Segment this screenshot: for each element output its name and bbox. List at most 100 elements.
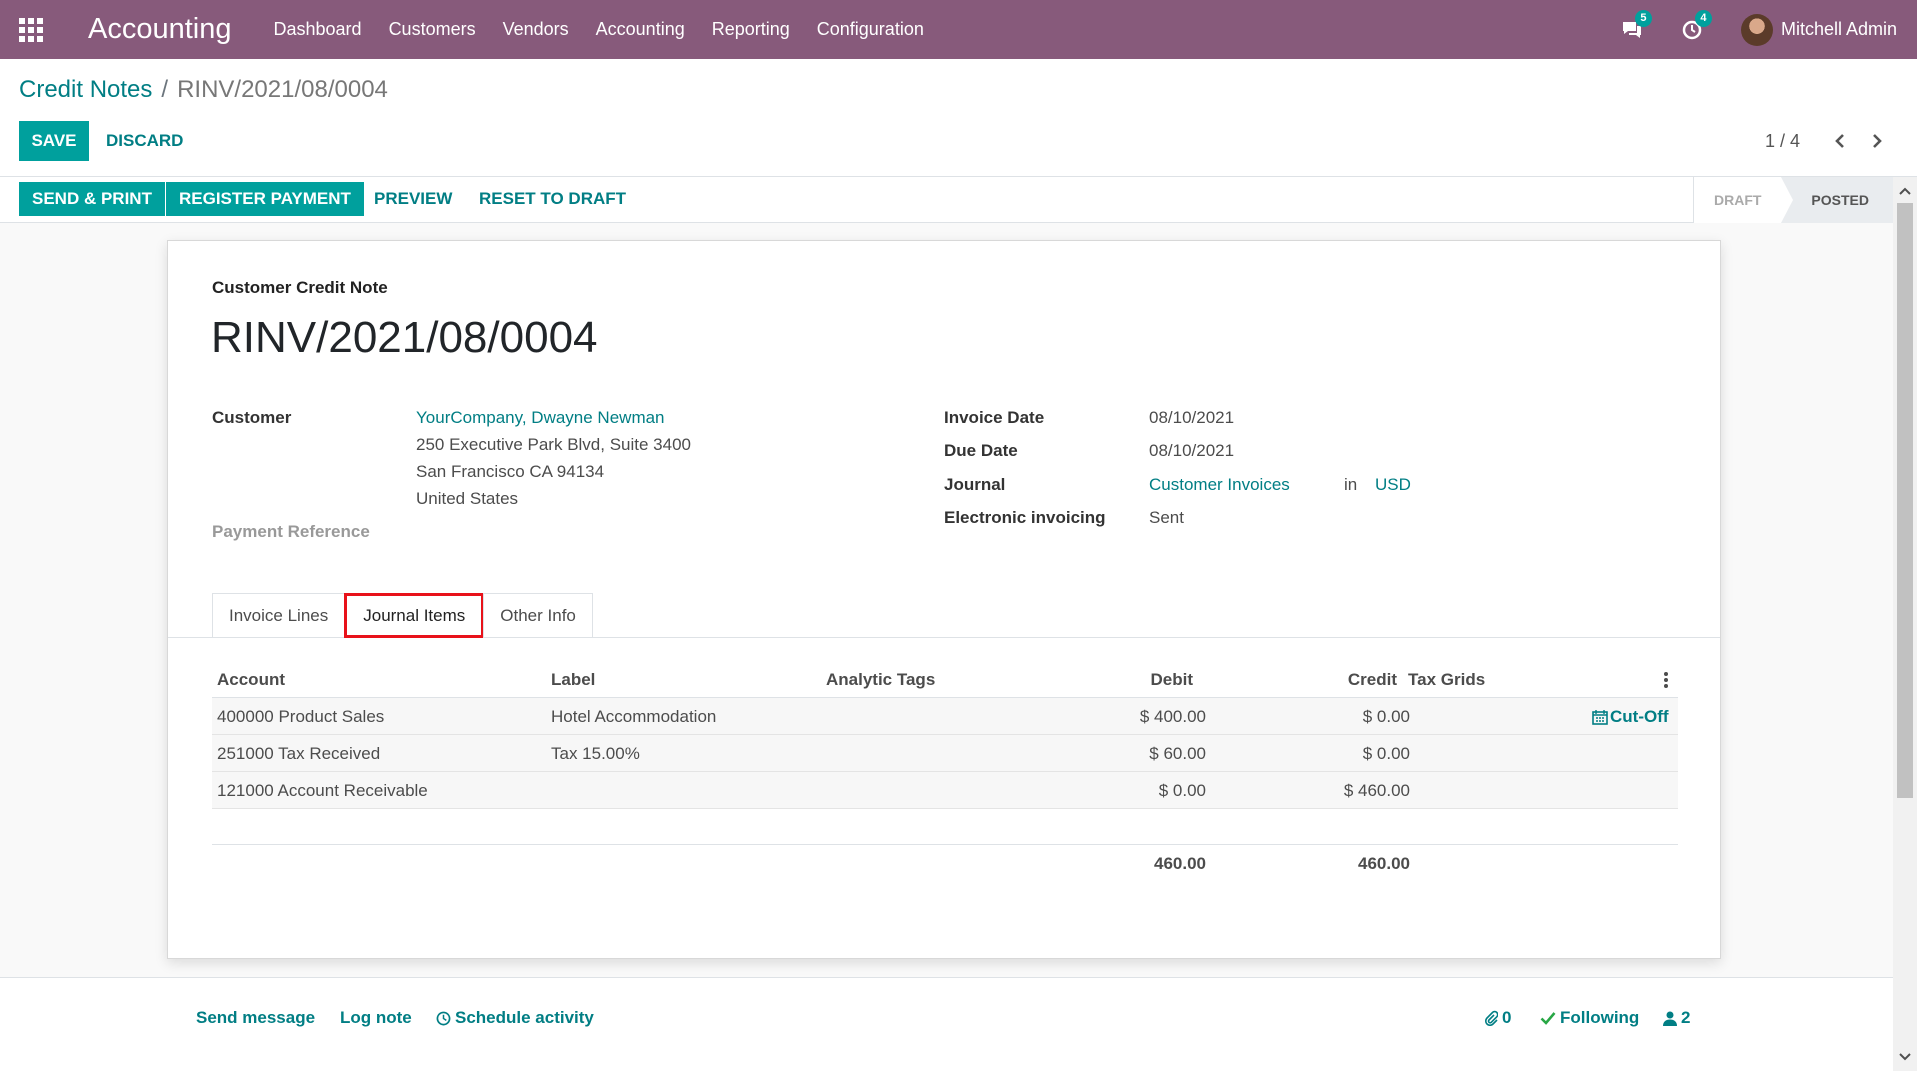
- state-posted: POSTED: [1781, 177, 1893, 223]
- document-name: RINV/2021/08/0004: [211, 313, 598, 362]
- preview-button[interactable]: PREVIEW: [374, 182, 452, 216]
- header-credit[interactable]: Credit: [1242, 661, 1397, 698]
- row-account: 251000 Tax Received: [217, 743, 381, 763]
- optional-columns-icon[interactable]: [1664, 661, 1668, 698]
- messages-badge: 5: [1634, 9, 1652, 27]
- currency-link[interactable]: USD: [1375, 475, 1411, 495]
- state-draft: DRAFT: [1693, 177, 1782, 223]
- invoice-date-label: Invoice Date: [944, 408, 1045, 427]
- journal-in-text: in: [1344, 475, 1358, 494]
- cut-off-label: Cut-Off: [1610, 706, 1669, 726]
- tab-other-info[interactable]: Other Info: [483, 593, 593, 638]
- page-scrollbar[interactable]: [1893, 177, 1917, 1071]
- breadcrumb-current: RINV/2021/08/0004: [177, 76, 388, 103]
- row-debit: $ 0.00: [1158, 780, 1206, 800]
- einvoicing-value: Sent: [1149, 508, 1184, 527]
- status-bar: SEND & PRINT REGISTER PAYMENT PREVIEW RE…: [0, 177, 1917, 223]
- schedule-activity-label: Schedule activity: [455, 1008, 594, 1027]
- following-button[interactable]: Following: [1540, 1008, 1639, 1028]
- table-row[interactable]: 121000 Account Receivable $ 0.00 $ 460.0…: [212, 772, 1678, 809]
- total-credit: 460.00: [1358, 853, 1410, 873]
- discard-button[interactable]: DISCARD: [106, 121, 183, 161]
- table-row[interactable]: 251000 Tax Received Tax 15.00% $ 60.00 $…: [212, 735, 1678, 772]
- register-payment-button[interactable]: REGISTER PAYMENT: [166, 182, 364, 216]
- chevron-left-icon: [1835, 134, 1844, 148]
- header-analytic-tags[interactable]: Analytic Tags: [826, 661, 935, 698]
- row-credit: $ 0.00: [1362, 743, 1410, 763]
- send-message-button[interactable]: Send message: [196, 1008, 315, 1028]
- tab-invoice-lines[interactable]: Invoice Lines: [212, 593, 346, 638]
- activities-badge: 4: [1694, 9, 1712, 27]
- invoice-date-value: 08/10/2021: [1149, 408, 1235, 427]
- header-account[interactable]: Account: [217, 661, 285, 698]
- schedule-activity-button[interactable]: Schedule activity: [436, 1008, 594, 1028]
- row-credit: $ 460.00: [1343, 780, 1410, 800]
- chatter-topbar: Send message Log note Schedule activity …: [0, 977, 1893, 1071]
- attachments-button[interactable]: 0: [1484, 1008, 1511, 1028]
- row-label: Tax 15.00%: [551, 743, 640, 763]
- menu-reporting[interactable]: Reporting: [712, 19, 790, 40]
- top-navbar: Accounting Dashboard Customers Vendors A…: [0, 0, 1917, 59]
- header-label[interactable]: Label: [551, 661, 595, 698]
- reset-to-draft-button[interactable]: RESET TO DRAFT: [479, 182, 626, 216]
- row-debit: $ 60.00: [1149, 743, 1206, 763]
- followers-button[interactable]: 2: [1663, 1008, 1690, 1028]
- scroll-down-arrow-icon[interactable]: [1893, 1047, 1917, 1067]
- row-account: 121000 Account Receivable: [217, 780, 428, 800]
- state-selector: DRAFT POSTED: [1692, 177, 1893, 223]
- pager-next-button[interactable]: [1865, 129, 1889, 153]
- row-credit: $ 0.00: [1362, 706, 1410, 726]
- user-avatar[interactable]: [1740, 13, 1773, 46]
- menu-vendors[interactable]: Vendors: [503, 19, 569, 40]
- log-note-button[interactable]: Log note: [340, 1008, 412, 1028]
- paperclip-icon: [1484, 1010, 1498, 1026]
- header-debit[interactable]: Debit: [1082, 661, 1194, 698]
- pager-previous-button[interactable]: [1828, 129, 1852, 153]
- customer-label: Customer: [212, 408, 292, 427]
- menu-configuration[interactable]: Configuration: [817, 19, 924, 40]
- systray: 5 4 Mitchell Admin: [1621, 0, 1897, 59]
- attachments-count: 0: [1502, 1008, 1512, 1027]
- messaging-button[interactable]: 5: [1621, 9, 1652, 41]
- following-label: Following: [1560, 1008, 1640, 1027]
- pager-value[interactable]: 1 / 4: [1765, 131, 1800, 152]
- save-button[interactable]: SAVE: [19, 121, 89, 161]
- row-debit: $ 400.00: [1139, 706, 1206, 726]
- menu-accounting[interactable]: Accounting: [596, 19, 685, 40]
- due-date-value: 08/10/2021: [1149, 441, 1235, 460]
- followers-count: 2: [1681, 1008, 1691, 1027]
- check-icon: [1540, 1012, 1556, 1025]
- header-tax-grids[interactable]: Tax Grids: [1408, 661, 1485, 698]
- breadcrumb: Credit Notes / RINV/2021/08/0004: [19, 76, 388, 104]
- table-totals: 460.00 460.00: [212, 845, 1678, 882]
- payment-reference-label: Payment Reference: [212, 522, 370, 541]
- activities-button[interactable]: 4: [1681, 9, 1712, 41]
- customer-link[interactable]: YourCompany, Dwayne Newman: [416, 408, 665, 428]
- menu-dashboard[interactable]: Dashboard: [274, 19, 362, 40]
- app-title[interactable]: Accounting: [88, 13, 232, 46]
- cut-off-button[interactable]: Cut-Off: [1592, 698, 1669, 735]
- journal-items-table: Account Label Analytic Tags Debit Credit…: [212, 661, 1678, 882]
- scroll-thumb[interactable]: [1897, 203, 1913, 798]
- form-sheet: Customer Credit Note RINV/2021/08/0004 C…: [167, 240, 1721, 959]
- table-row[interactable]: 400000 Product Sales Hotel Accommodation…: [212, 698, 1678, 735]
- due-date-label: Due Date: [944, 441, 1018, 460]
- table-header: Account Label Analytic Tags Debit Credit…: [212, 661, 1678, 698]
- send-print-button[interactable]: SEND & PRINT: [19, 182, 165, 216]
- total-debit: 460.00: [1154, 853, 1206, 873]
- calendar-icon: [1592, 709, 1608, 725]
- apps-menu-icon[interactable]: [0, 0, 62, 59]
- user-menu[interactable]: Mitchell Admin: [1781, 19, 1897, 40]
- menu-customers[interactable]: Customers: [389, 19, 476, 40]
- journal-label: Journal: [944, 475, 1006, 494]
- tab-journal-items[interactable]: Journal Items: [344, 593, 485, 638]
- customer-address-line2: San Francisco CA 94134: [416, 462, 605, 481]
- document-type-label: Customer Credit Note: [212, 278, 388, 297]
- customer-address-line3: United States: [416, 489, 519, 508]
- customer-address-line1: 250 Executive Park Blvd, Suite 3400: [416, 435, 691, 454]
- main-menu: Dashboard Customers Vendors Accounting R…: [274, 19, 924, 40]
- scroll-up-arrow-icon[interactable]: [1893, 181, 1917, 201]
- journal-link[interactable]: Customer Invoices: [1149, 475, 1290, 495]
- breadcrumb-credit-notes[interactable]: Credit Notes: [19, 76, 152, 104]
- user-icon: [1663, 1011, 1677, 1026]
